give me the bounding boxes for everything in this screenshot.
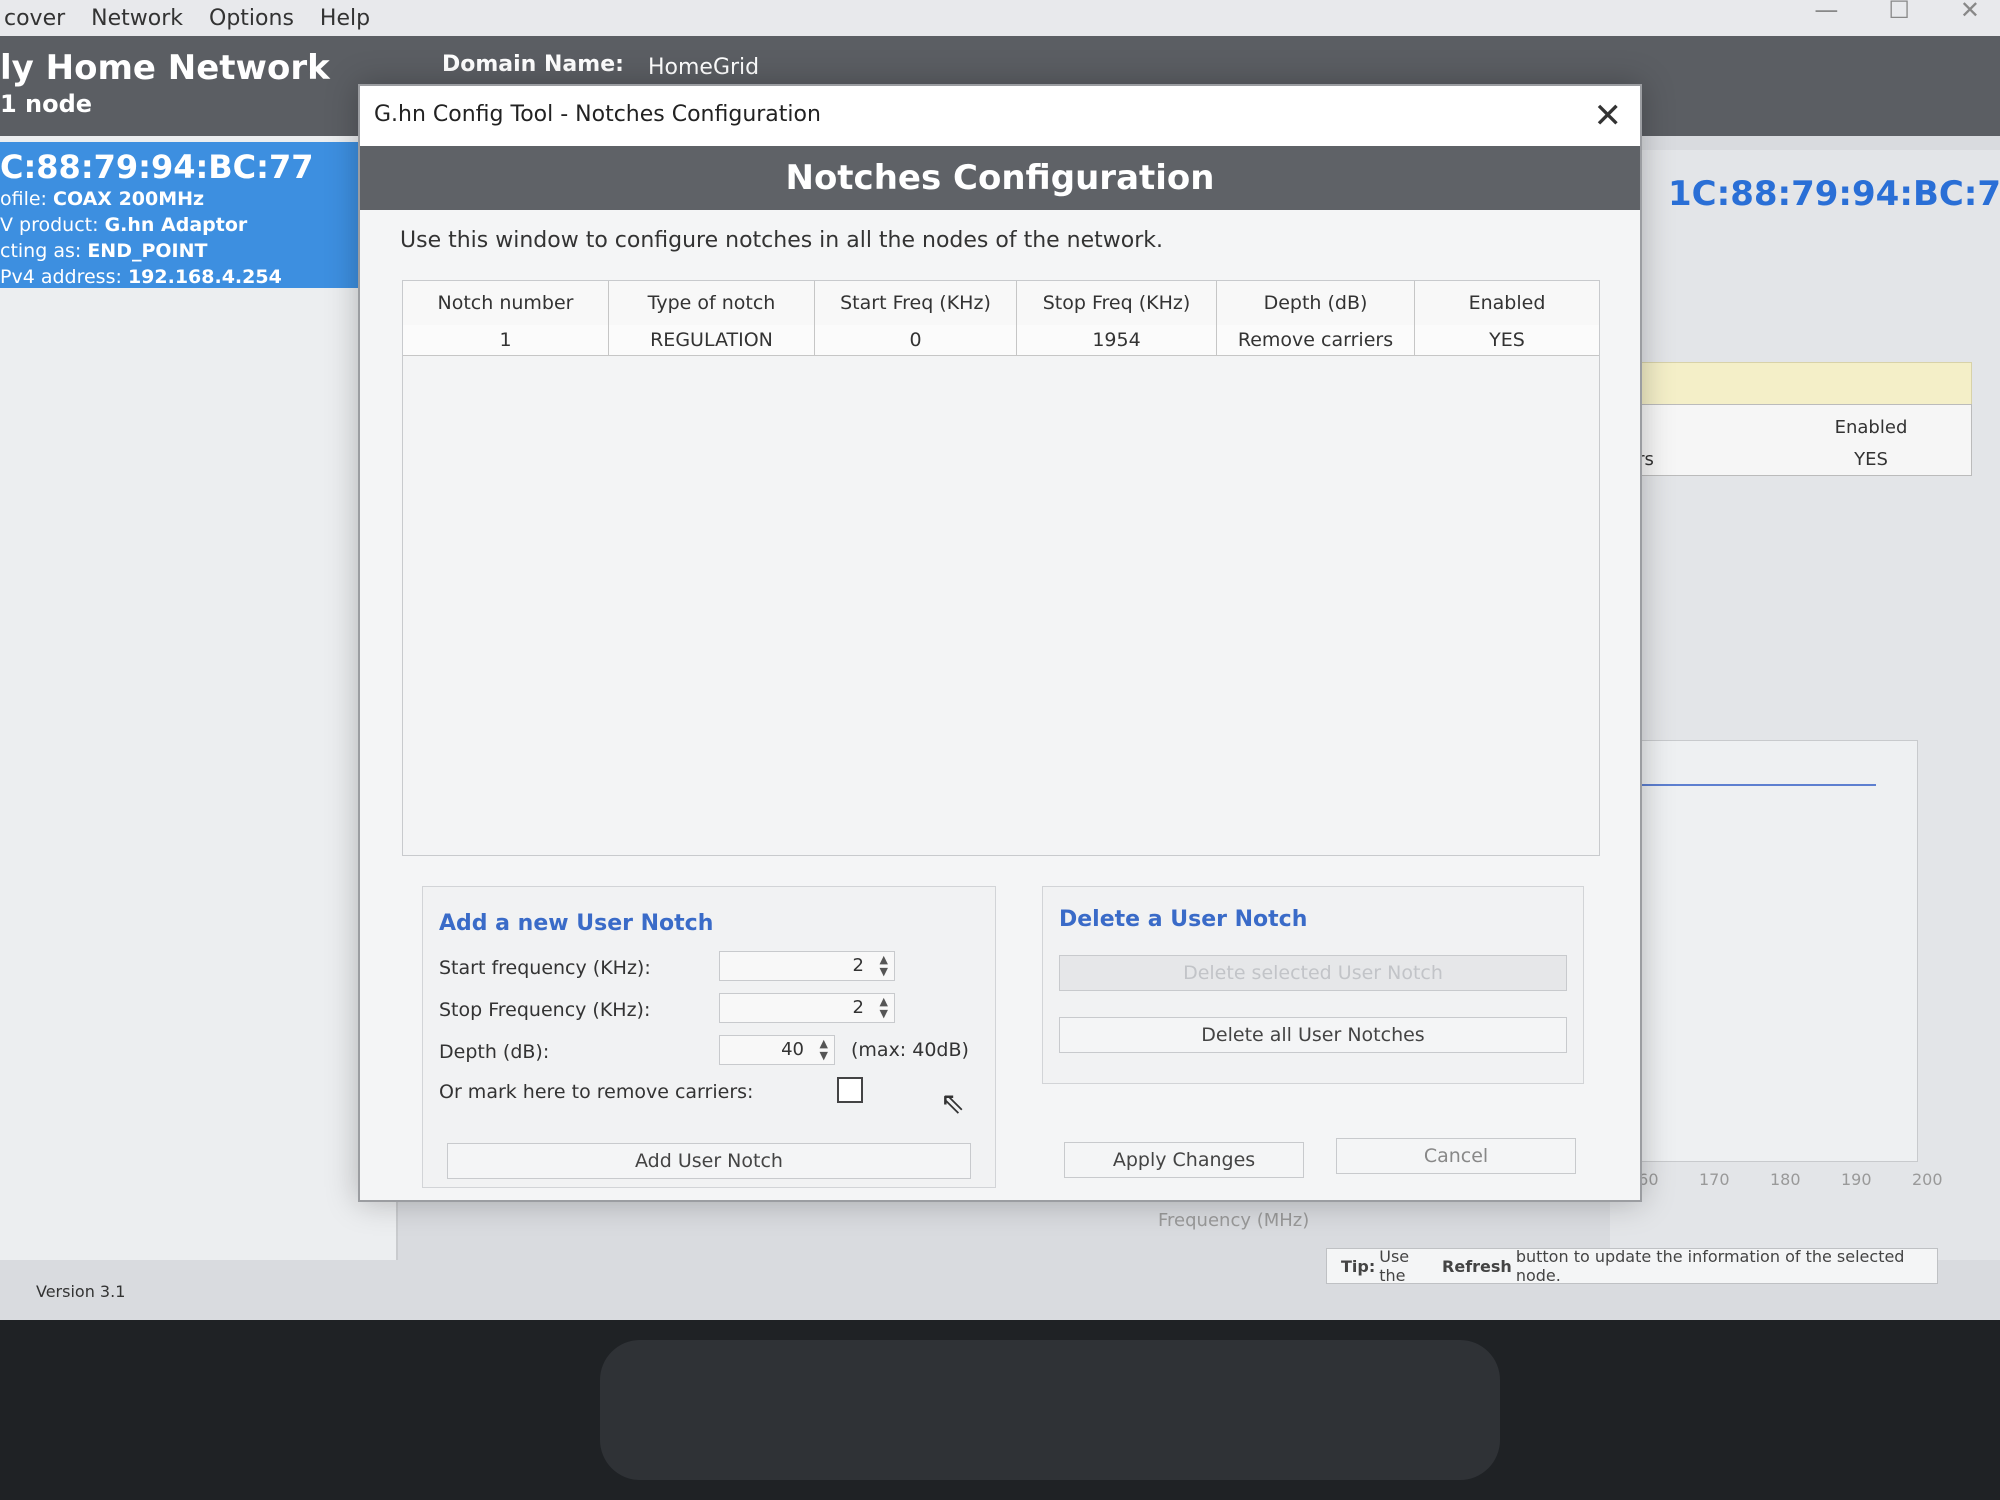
delete-notch-group: Delete a User Notch Delete selected User… (1042, 886, 1584, 1084)
apply-changes-button[interactable]: Apply Changes (1064, 1142, 1304, 1178)
cancel-button[interactable]: Cancel (1336, 1138, 1576, 1174)
delete-all-button[interactable]: Delete all User Notches (1059, 1017, 1567, 1053)
delete-selected-button[interactable]: Delete selected User Notch (1059, 955, 1567, 991)
cell-enabled: YES (1489, 329, 1525, 351)
monitor-bezel (0, 1320, 2000, 1500)
detail-enabled-header: Enabled (1834, 417, 1908, 438)
mouse-pointer-icon: ⇖ (940, 1086, 966, 1121)
spinner-arrows-icon[interactable]: ▲ ▼ (880, 954, 888, 978)
domain-name-label: Domain Name: (442, 52, 624, 77)
dialog-titlebar: G.hn Config Tool - Notches Configuration… (360, 86, 1640, 147)
cell-stop-freq: 1954 (1017, 325, 1217, 355)
depth-max-label: (max: 40dB) (851, 1039, 969, 1061)
dialog-intro: Use this window to configure notches in … (400, 228, 1164, 253)
dialog-header: Notches Configuration (360, 146, 1640, 210)
spectrum-line (1616, 784, 1876, 786)
add-user-notch-button[interactable]: Add User Notch (447, 1143, 971, 1179)
tip-text-1: Use the (1379, 1247, 1410, 1285)
x-tick-label: 170 (1699, 1170, 1730, 1189)
detail-highlight-bar (1620, 362, 1972, 406)
chart-x-label: Frequency (MHz) (1158, 1210, 1310, 1231)
col-stop-freq[interactable]: Stop Freq (KHz) (1017, 281, 1217, 325)
start-frequency-input[interactable]: 2 ▲ ▼ (719, 951, 895, 981)
menu-help[interactable]: Help (316, 6, 374, 31)
dialog-title: G.hn Config Tool - Notches Configuration (374, 102, 821, 127)
menu-network[interactable]: Network (87, 6, 187, 31)
spectrum-chart (1616, 740, 1918, 1162)
delete-notch-title: Delete a User Notch (1059, 907, 1308, 932)
cell-type: REGULATION (609, 325, 815, 355)
tip-text-2: button to update the information of the … (1515, 1247, 1905, 1285)
menu-bar: cover Network Options Help (0, 0, 2000, 37)
add-notch-group: Add a new User Notch Start frequency (KH… (422, 886, 996, 1188)
close-window-icon[interactable]: ✕ (1960, 0, 1980, 22)
maximize-icon[interactable]: ☐ (1888, 0, 1910, 22)
tip-prefix: Tip: (1341, 1256, 1376, 1276)
node-ip-address: Pv4 address: 192.168.4.254 (0, 266, 282, 288)
col-depth[interactable]: Depth (dB) (1217, 281, 1415, 325)
node-profile: ofile: COAX 200MHz (0, 188, 205, 210)
spinner-arrows-icon[interactable]: ▲ ▼ (880, 996, 888, 1020)
minimize-icon[interactable]: — (1814, 0, 1838, 22)
x-tick-label: 190 (1841, 1170, 1872, 1189)
stop-frequency-value: 2 (852, 997, 864, 1018)
cell-start-freq: 0 (815, 325, 1017, 355)
node-product: V product: G.hn Adaptor (0, 214, 248, 236)
stop-frequency-label: Stop Frequency (KHz): (439, 999, 651, 1021)
domain-name-value: HomeGrid (648, 55, 760, 80)
table-row[interactable]: 1 REGULATION 0 1954 Remove carriers YES (403, 325, 1599, 356)
window-controls: — ☐ ✕ (1814, 0, 1980, 22)
x-tick-label: 200 (1912, 1170, 1943, 1189)
col-notch-number[interactable]: Notch number (403, 281, 609, 325)
network-node-count: 1 node (0, 90, 93, 118)
tip-box: Tip: Use the Refresh button to update th… (1326, 1247, 1938, 1285)
detail-notch-table: Enabled YES iers (1620, 404, 1972, 476)
x-tick-label: 180 (1770, 1170, 1801, 1189)
remove-carriers-label: Or mark here to remove carriers: (439, 1081, 754, 1103)
depth-value: 40 (781, 1039, 804, 1060)
close-icon[interactable]: ✕ (1594, 96, 1623, 136)
col-enabled[interactable]: Enabled (1415, 281, 1599, 325)
depth-input[interactable]: 40 ▲ ▼ (719, 1035, 835, 1065)
screen: cover Network Options Help — ☐ ✕ ly Home… (0, 0, 2000, 1320)
tip-refresh: Refresh (1442, 1256, 1512, 1276)
version-label: Version 3.1 (36, 1282, 126, 1301)
network-title: ly Home Network (0, 48, 330, 88)
node-sidebar: C:88:79:94:BC:77 ofile: COAX 200MHz V pr… (0, 136, 398, 1260)
start-frequency-label: Start frequency (KHz): (439, 957, 651, 979)
col-type-of-notch[interactable]: Type of notch (609, 281, 815, 325)
spinner-arrows-icon[interactable]: ▲ ▼ (820, 1038, 828, 1062)
menu-options[interactable]: Options (205, 6, 298, 31)
add-notch-title: Add a new User Notch (439, 911, 714, 936)
cell-notch-number: 1 (403, 325, 609, 355)
bezel-glare (600, 1340, 1500, 1480)
detail-node-mac: 1C:88:79:94:BC:77 (1668, 174, 2000, 214)
notch-table: Notch number Type of notch Start Freq (K… (402, 280, 1600, 856)
menu-discover[interactable]: cover (0, 6, 69, 31)
node-acting-as: cting as: END_POINT (0, 240, 208, 262)
detail-enabled-value: YES (1854, 449, 1888, 470)
node-mac: C:88:79:94:BC:77 (0, 148, 314, 186)
node-card-selected[interactable]: C:88:79:94:BC:77 ofile: COAX 200MHz V pr… (0, 142, 364, 288)
notch-table-header: Notch number Type of notch Start Freq (K… (403, 281, 1599, 326)
remove-carriers-checkbox[interactable] (837, 1077, 863, 1103)
stop-frequency-input[interactable]: 2 ▲ ▼ (719, 993, 895, 1023)
col-start-freq[interactable]: Start Freq (KHz) (815, 281, 1017, 325)
depth-label: Depth (dB): (439, 1041, 550, 1063)
notches-dialog: G.hn Config Tool - Notches Configuration… (358, 84, 1642, 1202)
start-frequency-value: 2 (852, 955, 864, 976)
cell-depth: Remove carriers (1217, 325, 1415, 355)
